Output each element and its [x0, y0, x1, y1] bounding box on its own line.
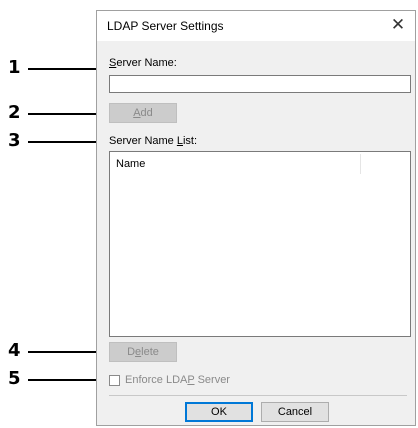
server-name-list[interactable]: Name — [109, 151, 411, 337]
screenshot-canvas: 1 2 3 4 5 LDAP Server Settings ✕ Server … — [0, 0, 418, 428]
mnemonic: A — [133, 107, 141, 119]
callout-1: 1 — [0, 58, 110, 78]
callout-4: 4 — [0, 341, 110, 361]
mnemonic: P — [187, 374, 195, 386]
callout-number: 2 — [8, 102, 21, 123]
label-part: Enforce LDA — [125, 374, 188, 386]
close-icon[interactable]: ✕ — [389, 15, 407, 35]
ldap-server-settings-dialog: LDAP Server Settings ✕ Server Name: Add … — [96, 10, 416, 426]
dialog-title: LDAP Server Settings — [107, 19, 224, 33]
label-part: ist: — [182, 135, 198, 147]
delete-button[interactable]: Delete — [109, 342, 177, 362]
callout-number: 1 — [8, 57, 21, 78]
label-part: Server Name — [109, 135, 177, 147]
server-name-list-label: Server Name List: — [109, 135, 197, 147]
callout-3: 3 — [0, 131, 110, 151]
callout-5: 5 — [0, 369, 110, 389]
callout-line — [28, 113, 100, 115]
column-divider[interactable] — [360, 154, 361, 174]
server-name-input[interactable] — [109, 75, 411, 93]
callout-line — [28, 351, 106, 353]
ok-button[interactable]: OK — [185, 402, 253, 422]
divider — [109, 395, 407, 396]
label-part: lete — [141, 346, 159, 358]
label-part: D — [127, 346, 136, 358]
callout-number: 4 — [8, 340, 21, 361]
button-label: dd — [140, 107, 153, 119]
callout-number: 5 — [8, 368, 21, 389]
label-part: Server — [194, 374, 230, 386]
callout-line — [28, 379, 106, 381]
column-header-name[interactable]: Name — [116, 158, 145, 170]
cancel-button[interactable]: Cancel — [261, 402, 329, 422]
enforce-ldap-server-checkbox[interactable] — [109, 375, 120, 386]
enforce-ldap-server-label: Enforce LDAP Server — [125, 374, 230, 386]
callout-line — [28, 141, 106, 143]
label-part: erver Name: — [116, 57, 177, 69]
add-button[interactable]: Add — [109, 103, 177, 123]
title-bar: LDAP Server Settings ✕ — [97, 11, 415, 41]
callout-line — [28, 68, 100, 70]
callout-2: 2 — [0, 103, 110, 123]
callout-number: 3 — [8, 130, 21, 151]
server-name-label: Server Name: — [109, 57, 177, 69]
